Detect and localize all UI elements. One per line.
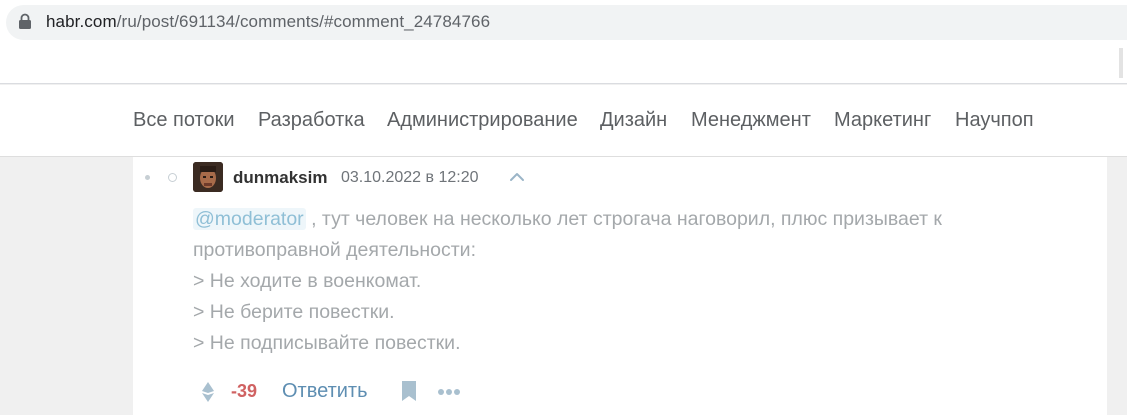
comment-line: @moderator , тут человек на несколько ле… bbox=[193, 204, 1073, 266]
nav-item-popsci[interactable]: Научпоп bbox=[955, 109, 1034, 132]
nav-item-development[interactable]: Разработка bbox=[258, 109, 365, 132]
nav-item-marketing[interactable]: Маркетинг bbox=[834, 109, 931, 132]
more-options-icon[interactable] bbox=[437, 388, 461, 396]
vote-icon[interactable] bbox=[200, 381, 216, 403]
url-text[interactable]: habr.com/ru/post/691134/comments/#commen… bbox=[46, 12, 490, 32]
nav-item-administration[interactable]: Администрирование bbox=[387, 109, 578, 132]
chevron-up-icon[interactable] bbox=[508, 168, 526, 186]
user-mention[interactable]: @moderator bbox=[193, 208, 306, 230]
lock-icon bbox=[19, 13, 31, 29]
bookmarks-scrollbar bbox=[1119, 48, 1123, 78]
url-path: /ru/post/691134/comments/#comment_247847… bbox=[116, 12, 491, 31]
comment-text: @moderator , тут человек на несколько ле… bbox=[193, 204, 1073, 359]
reply-button[interactable]: Ответить bbox=[282, 380, 368, 403]
bookmarks-bar bbox=[0, 44, 1127, 84]
comment-quote-line: > Не ходите в военкомат. bbox=[193, 270, 422, 292]
comment-text-line: , тут человек на несколько лет строгача … bbox=[193, 208, 942, 261]
nav-item-all-flows[interactable]: Все потоки bbox=[133, 109, 235, 132]
nav-item-design[interactable]: Дизайн bbox=[600, 109, 667, 132]
thread-dot bbox=[145, 175, 150, 180]
avatar[interactable] bbox=[193, 162, 223, 192]
comment-timestamp[interactable]: 03.10.2022 в 12:20 bbox=[341, 169, 479, 187]
url-host: habr.com bbox=[46, 12, 117, 31]
comment-quote-line: > Не берите повестки. bbox=[193, 301, 395, 323]
avatar-image bbox=[193, 162, 223, 192]
comment-quote-line: > Не подписывайте повестки. bbox=[193, 332, 461, 354]
browser-address-bar: habr.com/ru/post/691134/comments/#commen… bbox=[0, 0, 1127, 44]
comment-score: -39 bbox=[231, 381, 258, 401]
bookmark-icon[interactable] bbox=[401, 380, 417, 402]
thread-ring[interactable] bbox=[168, 173, 177, 182]
nav-item-management[interactable]: Менеджмент bbox=[691, 109, 811, 132]
flow-nav: Все потоки Разработка Администрирование … bbox=[0, 85, 1127, 157]
comment-author[interactable]: dunmaksim bbox=[233, 168, 327, 188]
